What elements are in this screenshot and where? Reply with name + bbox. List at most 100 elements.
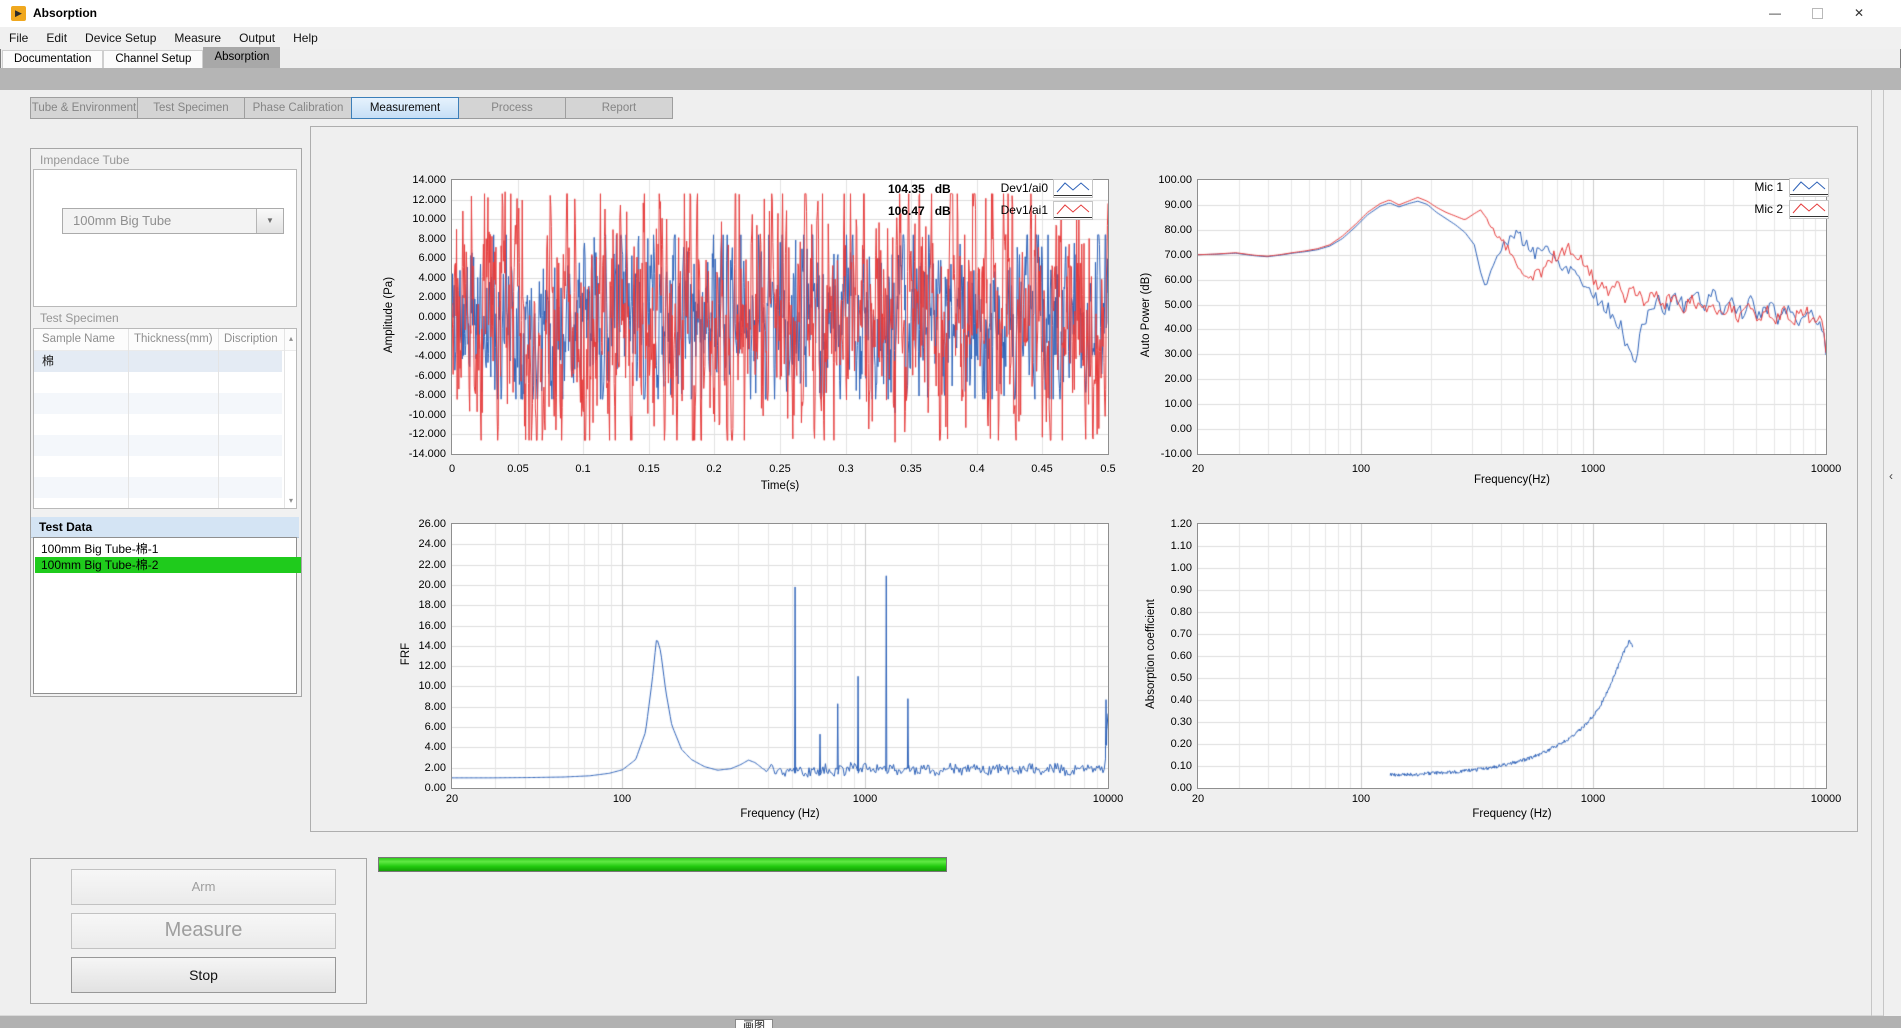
minimize-button[interactable]: — bbox=[1754, 0, 1796, 27]
y-tick-label: 4.00 bbox=[394, 741, 446, 753]
table-row[interactable] bbox=[34, 477, 282, 498]
x-axis-label: Time(s) bbox=[720, 480, 840, 492]
subtab-report[interactable]: Report bbox=[565, 97, 673, 119]
impedance-tube-value: 100mm Big Tube bbox=[73, 209, 171, 233]
y-axis-label: Absorption coefficient bbox=[1145, 574, 1157, 734]
y-axis-label: FRF bbox=[400, 574, 412, 734]
legend-label: Mic 1 bbox=[1693, 180, 1783, 194]
scroll-down-icon[interactable]: ▾ bbox=[289, 496, 293, 505]
test-data-header: Test Data bbox=[31, 517, 299, 538]
db-unit: dB bbox=[935, 182, 951, 196]
y-tick-label: -14.000 bbox=[394, 448, 446, 460]
window-title: Absorption bbox=[33, 0, 97, 27]
y-tick-label: 22.00 bbox=[394, 559, 446, 571]
collapse-arrow-icon[interactable]: ‹ bbox=[1889, 470, 1893, 482]
cursor-db-readout: 106.47dB bbox=[888, 204, 951, 218]
progress-bar bbox=[378, 857, 947, 872]
subtab-tube-environment[interactable]: Tube & Environment bbox=[30, 97, 138, 119]
legend-label: Dev1/ai0 bbox=[958, 181, 1048, 195]
test-specimen-table[interactable]: Sample NameThickness(mm)Discription▴棉▾ bbox=[33, 328, 297, 509]
x-tick-label: 20 bbox=[1168, 793, 1228, 805]
arm-button[interactable]: Arm bbox=[71, 869, 336, 905]
x-tick-label: 0.45 bbox=[1012, 463, 1072, 475]
y-tick-label: 0.00 bbox=[1140, 423, 1192, 435]
x-tick-label: 0.05 bbox=[488, 463, 548, 475]
y-tick-label: 0.10 bbox=[1140, 760, 1192, 772]
tab-documentation[interactable]: Documentation bbox=[2, 50, 103, 68]
y-tick-label: 90.00 bbox=[1140, 199, 1192, 211]
maximize-button[interactable] bbox=[1796, 0, 1838, 27]
app-window: ▶ Absorption — ✕ FileEditDevice SetupMea… bbox=[0, 0, 1901, 1028]
x-tick-label: 0 bbox=[422, 463, 482, 475]
subtab-phase-calibration[interactable]: Phase Calibration bbox=[244, 97, 352, 119]
chevron-down-icon[interactable]: ▼ bbox=[256, 209, 283, 233]
y-axis-label: Auto Power (dB) bbox=[1140, 235, 1152, 395]
x-tick-label: 0.25 bbox=[750, 463, 810, 475]
x-axis-label: Frequency(Hz) bbox=[1452, 474, 1572, 486]
measure-button[interactable]: Measure bbox=[71, 913, 336, 949]
y-tick-label: 14.000 bbox=[394, 174, 446, 186]
impedance-tube-dropdown[interactable]: 100mm Big Tube ▼ bbox=[62, 208, 284, 234]
sidebar-panel: Impendace Tube 100mm Big Tube ▼ Test Spe… bbox=[30, 148, 302, 697]
x-tick-label: 1000 bbox=[1563, 793, 1623, 805]
menu-help[interactable]: Help bbox=[284, 27, 327, 49]
subtab-measurement[interactable]: Measurement bbox=[351, 97, 459, 119]
y-tick-label: 2.00 bbox=[394, 762, 446, 774]
bottom-tab[interactable]: 画图 bbox=[735, 1019, 773, 1028]
subtab-test-specimen[interactable]: Test Specimen bbox=[137, 97, 245, 119]
tab-absorption[interactable]: Absorption bbox=[203, 47, 280, 68]
y-tick-label: -10.00 bbox=[1140, 448, 1192, 460]
close-button[interactable]: ✕ bbox=[1838, 0, 1880, 27]
table-row[interactable]: 棉 bbox=[34, 351, 282, 372]
y-tick-label: 0.000 bbox=[394, 311, 446, 323]
bottom-band bbox=[0, 1016, 1901, 1028]
stop-button[interactable]: Stop bbox=[71, 957, 336, 993]
y-tick-label: -8.000 bbox=[394, 389, 446, 401]
tab-channel-setup[interactable]: Channel Setup bbox=[103, 50, 203, 68]
x-tick-label: 20 bbox=[422, 793, 482, 805]
app-icon: ▶ bbox=[11, 6, 26, 21]
table-row[interactable] bbox=[34, 372, 282, 393]
x-tick-label: 100 bbox=[592, 793, 652, 805]
y-tick-label: 26.00 bbox=[394, 518, 446, 530]
x-axis-label: Frequency (Hz) bbox=[720, 808, 840, 820]
legend-plot-sample[interactable] bbox=[1789, 200, 1829, 219]
x-tick-label: 0.4 bbox=[947, 463, 1007, 475]
control-panel: Arm Measure Stop bbox=[30, 858, 367, 1004]
table-row[interactable] bbox=[34, 456, 282, 477]
menu-measure[interactable]: Measure bbox=[165, 27, 230, 49]
column-header: Thickness(mm) bbox=[134, 329, 213, 350]
table-row[interactable] bbox=[34, 393, 282, 414]
menu-bar: FileEditDevice SetupMeasureOutputHelp bbox=[0, 27, 1901, 49]
column-divider bbox=[284, 329, 285, 508]
menu-file[interactable]: File bbox=[0, 27, 37, 49]
sample-name-cell: 棉 bbox=[42, 351, 54, 372]
subtab-process[interactable]: Process bbox=[458, 97, 566, 119]
test-data-item[interactable]: 100mm Big Tube-棉-2 bbox=[35, 557, 301, 573]
test-data-item[interactable]: 100mm Big Tube-棉-1 bbox=[35, 541, 301, 557]
menu-output[interactable]: Output bbox=[230, 27, 284, 49]
maximize-icon bbox=[1812, 8, 1823, 19]
y-tick-label: 0.20 bbox=[1140, 738, 1192, 750]
menu-edit[interactable]: Edit bbox=[37, 27, 76, 49]
legend-plot-sample[interactable] bbox=[1053, 179, 1093, 198]
legend-plot-sample[interactable] bbox=[1789, 178, 1829, 197]
test-data-list[interactable]: 100mm Big Tube-棉-1100mm Big Tube-棉-2 bbox=[33, 537, 297, 694]
menu-device-setup[interactable]: Device Setup bbox=[76, 27, 165, 49]
y-axis-label: Amplitude (Pa) bbox=[383, 235, 395, 395]
y-tick-label: -12.000 bbox=[394, 428, 446, 440]
table-row[interactable] bbox=[34, 414, 282, 435]
frf-plot bbox=[451, 523, 1109, 789]
x-tick-label: 1000 bbox=[835, 793, 895, 805]
y-tick-label: 10.00 bbox=[1140, 398, 1192, 410]
table-row[interactable] bbox=[34, 435, 282, 456]
y-tick-label: 8.000 bbox=[394, 233, 446, 245]
scroll-up-icon[interactable]: ▴ bbox=[289, 334, 293, 343]
x-tick-label: 0.1 bbox=[553, 463, 613, 475]
legend-plot-sample[interactable] bbox=[1053, 201, 1093, 220]
tab-strip: DocumentationChannel SetupAbsorption bbox=[2, 47, 1901, 68]
title-bar: ▶ Absorption — ✕ bbox=[0, 0, 1901, 27]
right-strip bbox=[1884, 90, 1901, 1016]
x-tick-label: 0.5 bbox=[1078, 463, 1138, 475]
impedance-tube-box: 100mm Big Tube ▼ bbox=[33, 169, 297, 307]
